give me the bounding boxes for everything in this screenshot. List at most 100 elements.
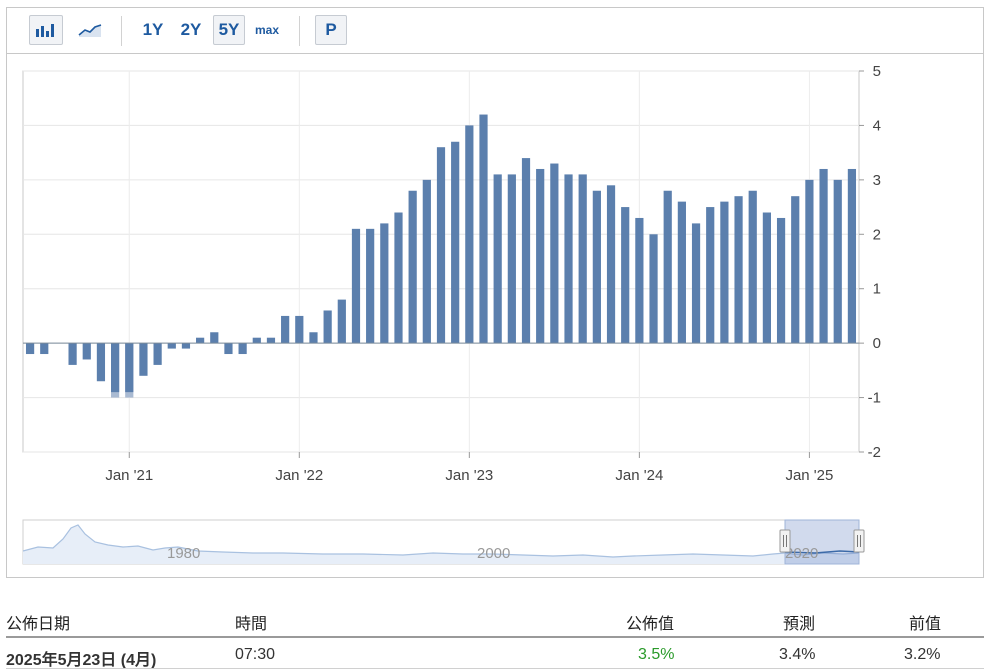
bar bbox=[40, 343, 49, 355]
bar bbox=[281, 315, 290, 344]
y-tick-label: -1 bbox=[868, 390, 881, 407]
bar bbox=[422, 179, 431, 344]
x-tick-label: Jan '21 bbox=[105, 467, 153, 484]
bar bbox=[68, 343, 77, 365]
bar bbox=[621, 207, 630, 344]
bar bbox=[521, 158, 531, 344]
bar bbox=[819, 168, 828, 344]
row-forecast: 3.4% bbox=[779, 646, 816, 663]
row-date: 2025年5月23日 (4月) bbox=[6, 652, 157, 669]
bar bbox=[408, 190, 417, 344]
grip-icon[interactable] bbox=[779, 529, 791, 553]
bar bbox=[748, 190, 757, 344]
print-button[interactable]: P bbox=[315, 15, 347, 45]
bar bbox=[833, 179, 842, 344]
row-actual: 3.5% bbox=[638, 646, 675, 663]
bar bbox=[677, 201, 686, 344]
y-tick-label: -2 bbox=[868, 444, 881, 461]
bar bbox=[323, 310, 332, 344]
bar bbox=[436, 147, 446, 344]
bar bbox=[309, 332, 318, 344]
bar bbox=[536, 168, 545, 344]
bar bbox=[507, 174, 516, 344]
header-actual: 公佈值 bbox=[626, 616, 675, 633]
y-tick-label: 0 bbox=[873, 335, 881, 352]
y-tick-label: 1 bbox=[873, 281, 881, 298]
chart-panel: 1Y 2Y 5Y max P 5 4 3 2 1 0 -1 -2 Jan '21 Jan '22 J… bbox=[6, 7, 984, 578]
bar bbox=[25, 343, 35, 355]
bar bbox=[82, 343, 91, 360]
bar bbox=[167, 343, 176, 349]
header-divider bbox=[6, 636, 984, 638]
bar bbox=[465, 125, 474, 344]
range-max-button[interactable]: max bbox=[251, 15, 283, 45]
grip-icon[interactable] bbox=[853, 529, 865, 553]
bar bbox=[380, 223, 389, 344]
bar-chart: 5 4 3 2 1 0 -1 -2 Jan '21 Jan '22 Jan '23 Jan '24 Ja… bbox=[22, 63, 881, 565]
bar bbox=[351, 228, 361, 344]
header-forecast: 預測 bbox=[783, 616, 816, 633]
bar bbox=[252, 337, 261, 344]
header-date: 公佈日期 bbox=[6, 616, 71, 633]
bar bbox=[592, 190, 601, 344]
bar bbox=[762, 212, 771, 344]
bar bbox=[125, 343, 134, 393]
bar bbox=[706, 207, 715, 344]
range-1y-button[interactable]: 1Y bbox=[137, 15, 169, 45]
toolbar-separator bbox=[121, 16, 122, 46]
bar bbox=[337, 299, 346, 344]
bar bbox=[266, 337, 276, 344]
y-tick-label: 3 bbox=[873, 172, 881, 189]
bar bbox=[96, 343, 106, 382]
bar bbox=[451, 141, 460, 344]
bar bbox=[805, 179, 814, 344]
x-tick-label: Jan '22 bbox=[275, 467, 323, 484]
bar bbox=[734, 196, 743, 344]
bar bbox=[479, 114, 488, 344]
bar bbox=[493, 174, 502, 344]
range-5y-button[interactable]: 5Y bbox=[213, 15, 245, 45]
bar bbox=[720, 201, 729, 344]
line-chart-icon bbox=[78, 24, 102, 37]
bar bbox=[691, 223, 701, 344]
bar bbox=[394, 212, 403, 344]
bar bbox=[578, 174, 587, 344]
x-tick-label: Jan '24 bbox=[615, 467, 663, 484]
bar bbox=[139, 343, 148, 376]
bar bbox=[776, 217, 786, 344]
line-chart-button[interactable] bbox=[73, 15, 107, 45]
y-tick-label: 4 bbox=[873, 117, 881, 134]
bar bbox=[238, 343, 247, 355]
navigator-label: 2000 bbox=[477, 545, 510, 562]
bar bbox=[153, 343, 162, 365]
chart-toolbar: 1Y 2Y 5Y max P bbox=[7, 8, 983, 54]
bar bbox=[366, 228, 375, 344]
y-tick-label: 2 bbox=[873, 226, 881, 243]
bar bbox=[649, 234, 658, 344]
x-tick-label: Jan '25 bbox=[785, 467, 833, 484]
header-previous: 前值 bbox=[909, 616, 942, 633]
row-time: 07:30 bbox=[235, 646, 276, 663]
bar bbox=[196, 337, 205, 344]
x-tick-label: Jan '23 bbox=[445, 467, 493, 484]
toolbar-separator bbox=[299, 16, 300, 46]
bar bbox=[635, 217, 644, 344]
row-divider bbox=[6, 668, 984, 669]
bar bbox=[606, 185, 616, 344]
bar-chart-icon bbox=[36, 24, 54, 37]
bar bbox=[663, 190, 672, 344]
bar bbox=[224, 343, 233, 355]
bar bbox=[210, 332, 219, 344]
bar-chart-button[interactable] bbox=[29, 15, 63, 45]
bar bbox=[295, 315, 304, 344]
range-2y-button[interactable]: 2Y bbox=[175, 15, 207, 45]
bar bbox=[847, 168, 857, 344]
bar bbox=[181, 343, 191, 349]
row-previous: 3.2% bbox=[904, 646, 941, 663]
y-tick-label: 5 bbox=[873, 63, 881, 80]
bar bbox=[111, 343, 120, 393]
bar bbox=[550, 163, 559, 344]
bar bbox=[791, 196, 800, 344]
bar bbox=[564, 174, 573, 344]
header-time: 時間 bbox=[235, 616, 268, 633]
